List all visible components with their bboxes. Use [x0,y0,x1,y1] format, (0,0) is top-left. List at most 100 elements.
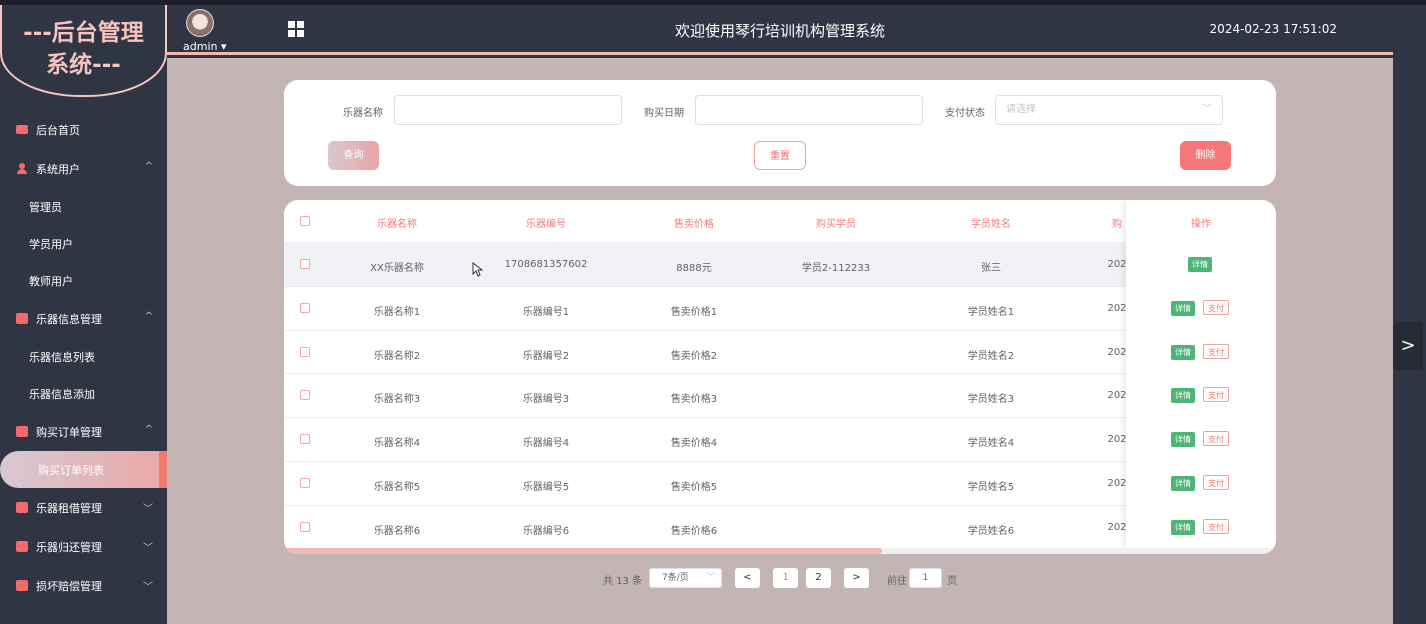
prev-page-button[interactable]: < [735,568,760,588]
sidebar-subitem[interactable]: 乐器信息添加 [0,375,167,412]
cell-name: 乐器名称3 [373,394,421,406]
scrollbar-thumb[interactable] [284,548,882,554]
column-header: 售卖价格 [674,219,714,230]
detail-button[interactable]: 详情 [1188,257,1212,272]
cell-name: 乐器名称2 [373,350,421,362]
row-checkbox[interactable] [300,434,310,445]
sidebar-item-label: 购买订单管理 [36,425,102,439]
page-size-select[interactable]: 7条/页 ﹀ [649,568,722,588]
search-panel: 乐器名称 购买日期 支付状态 请选择 ﹀ 查询 重置 删除 [284,80,1276,186]
column-header: 乐器名称 [377,219,417,230]
logo-line-1: ---后台管理 [23,20,144,46]
chevron-right-icon[interactable]: > [1393,322,1423,370]
status-label: 支付状态 [945,108,985,119]
sidebar-item-active[interactable]: 购买订单列表 [0,451,167,488]
row-checkbox[interactable] [300,390,310,401]
cell-name: 乐器名称5 [373,482,421,493]
user-icon [16,163,28,174]
cell-price: 售卖价格6 [670,525,718,537]
row-checkbox[interactable] [300,302,310,313]
cell-sname: 学员姓名2 [967,350,1015,362]
cell-date: 202 [1107,521,1127,533]
detail-button[interactable]: 详情 [1171,476,1195,491]
goto-unit: 页 [947,576,957,587]
sidebar-subitem[interactable]: 管理员 [0,188,167,225]
next-page-button[interactable]: > [844,568,869,588]
pay-button[interactable]: 支付 [1203,518,1229,534]
row-checkbox[interactable] [300,478,310,488]
sidebar-item[interactable]: 系统用户 ^ [0,149,167,188]
row-checkbox[interactable] [300,259,310,269]
cell-date: 202 [1107,478,1127,489]
chevron-icon: ^ [144,161,153,172]
page-2-button[interactable]: 2 [806,568,831,588]
horizontal-scrollbar[interactable] [284,548,1276,554]
main-content: 乐器名称 购买日期 支付状态 请选择 ﹀ 查询 重置 删除 乐器名称 乐器编号 售卖… [167,58,1393,624]
datetime: 2024-02-23 17:51:02 [1209,22,1337,36]
sidebar-item[interactable]: 后台首页 [0,110,167,149]
cell-price: 售卖价格3 [670,394,718,406]
sidebar-item[interactable]: 乐器归还管理 ﹀ [0,527,167,566]
logo-line-2: 系统--- [46,52,121,78]
cell-sname: 张三 [981,263,1001,274]
column-header-operations: 操作 [1191,219,1211,230]
pay-button[interactable]: 支付 [1203,343,1229,359]
sidebar-item[interactable]: 损坏赔偿管理 ﹀ [0,566,167,605]
sidebar-item-label: 损坏赔偿管理 [36,579,102,593]
sidebar-subitem[interactable]: 乐器信息列表 [0,338,167,375]
cell-code: 乐器编号2 [522,350,570,362]
pay-button[interactable]: 支付 [1203,387,1229,403]
cell-code: 乐器编号1 [522,306,570,318]
cell-name: 乐器名称6 [373,525,421,537]
cell-code: 乐器编号4 [522,438,570,450]
chevron-icon: ^ [144,424,153,435]
header: admin ▾ 欢迎使用琴行培训机构管理系统 2024-02-23 17:51:… [167,5,1393,55]
orders-table: 乐器名称 乐器编号 售卖价格 购买学员 学员姓名 购 XX乐器名称 170868135760… [284,200,1276,554]
column-header: 购 [1112,219,1122,230]
detail-button[interactable]: 详情 [1171,432,1195,448]
goto-page-input[interactable]: 1 [909,568,942,588]
pay-button[interactable]: 支付 [1203,431,1229,447]
detail-button[interactable]: 详情 [1171,388,1195,404]
chevron-down-icon: ﹀ [705,573,715,583]
sidebar-item[interactable]: 购买订单管理 ^ [0,412,167,451]
query-button[interactable]: 查询 [328,141,379,170]
status-placeholder: 请选择 [1006,104,1036,115]
sidebar-item[interactable]: 乐器租借管理 ﹀ [0,488,167,527]
cell-code: 1708681357602 [504,259,588,270]
sidebar-subitem[interactable]: 教师用户 [0,262,167,299]
page-1-button[interactable]: 1 [773,568,798,588]
sidebar-item-label: 管理员 [29,200,62,214]
pager-total: 共 13 条 [603,576,643,587]
sidebar: ---后台管理 系统--- 后台首页 系统用户 ^ 管理员学员用户 教师用户 乐器信息管理… [0,5,167,624]
detail-button[interactable]: 详情 [1171,344,1195,360]
cell-sname: 学员姓名1 [967,306,1015,318]
sidebar-item-label: 乐器归还管理 [36,540,102,554]
column-header: 学员姓名 [971,219,1011,230]
detail-button[interactable]: 详情 [1171,519,1195,535]
select-all-checkbox[interactable] [300,216,310,226]
name-input[interactable] [394,95,622,125]
right-strip [1393,5,1426,624]
pay-button[interactable]: 支付 [1203,299,1229,315]
chevron-icon: ﹀ [143,543,153,554]
goto-label: 前往 [887,576,907,587]
cell-date: 202 [1107,390,1127,402]
pay-button[interactable]: 支付 [1203,475,1229,490]
detail-button[interactable]: 详情 [1171,300,1195,316]
status-select[interactable]: 请选择 ﹀ [995,95,1223,125]
monitor-icon [16,125,28,134]
row-checkbox[interactable] [300,346,310,357]
cell-date: 202 [1107,346,1127,358]
date-input[interactable] [695,95,923,125]
operation-column: 操作 详情 详情 支付 详情 支付 详情 支付 详情 支付 详情 支付 详情 支付 [1126,200,1276,550]
reset-button[interactable]: 重置 [754,141,806,170]
cell-sname: 学员姓名4 [967,438,1015,450]
sidebar-item[interactable]: 乐器信息管理 ^ [0,299,167,338]
delete-button[interactable]: 删除 [1180,141,1231,170]
cell-name: 乐器名称4 [373,438,421,450]
user-dropdown[interactable]: admin ▾ [183,40,226,53]
row-checkbox[interactable] [300,521,310,532]
sidebar-item-label: 乐器信息添加 [29,387,95,401]
sidebar-subitem[interactable]: 学员用户 [0,225,167,262]
